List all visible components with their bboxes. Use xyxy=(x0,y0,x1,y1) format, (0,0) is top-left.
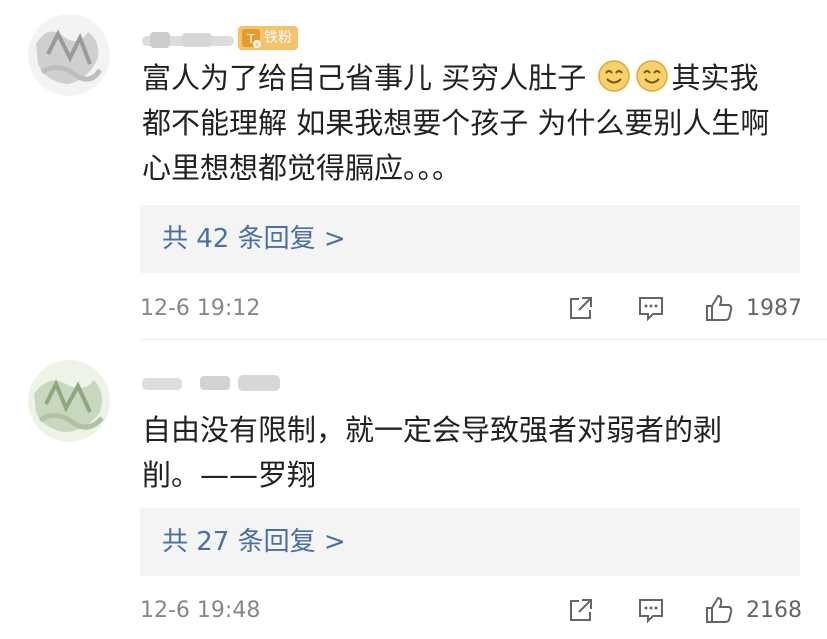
comment-text: 富人为了给自己省事儿 买穷人肚子 其实我 都不能理解 如果我想要个孩子 为什么要… xyxy=(142,56,822,191)
like-count: 2168 xyxy=(746,598,802,623)
comment-text-line: 心里想想都觉得膈应。。。 xyxy=(142,151,462,185)
comment-timestamp: 12-6 19:12 xyxy=(140,296,261,321)
badge-label: 铁粉 xyxy=(264,30,292,46)
comment-text: 自由没有限制，就一定会导致强者对弱者的剥 削。——罗翔 xyxy=(142,408,822,498)
svg-text:6: 6 xyxy=(255,42,259,49)
thumbs-up-icon[interactable] xyxy=(703,594,735,626)
avatar[interactable] xyxy=(28,14,110,96)
smiley-face-emoji xyxy=(635,59,669,93)
comment-timestamp: 12-6 19:48 xyxy=(140,598,261,623)
replies-label: 共 27 条回复 > xyxy=(162,527,346,557)
comment-text-line: 自由没有限制，就一定会导致强者对弱者的剥 xyxy=(142,413,723,447)
view-replies-button[interactable]: 共 27 条回复 > xyxy=(140,508,800,576)
thumbs-up-icon[interactable] xyxy=(703,292,735,324)
share-icon[interactable] xyxy=(566,595,596,625)
iron-fan-badge-icon: T 6 xyxy=(240,27,262,49)
like-count: 1987 xyxy=(746,296,802,321)
comment-item: T 6 铁粉 富人为了给自己省事儿 买穷人肚子 其实我 都不能理解 如果我想要个… xyxy=(0,0,827,340)
comment-text-line: 削。——罗翔 xyxy=(142,458,317,492)
comment-text-line: 其实我 xyxy=(671,61,759,95)
comment-text-line: 都不能理解 如果我想要个孩子 为什么要别人生啊 xyxy=(142,106,770,140)
view-replies-button[interactable]: 共 42 条回复 > xyxy=(140,205,800,273)
share-icon[interactable] xyxy=(566,293,596,323)
comment-icon[interactable] xyxy=(636,595,666,625)
comment-item: 自由没有限制，就一定会导致强者对弱者的剥 削。——罗翔 共 27 条回复 > 1… xyxy=(0,340,827,639)
username-blurred[interactable] xyxy=(142,30,234,52)
comment-icon[interactable] xyxy=(636,293,666,323)
smiley-face-emoji xyxy=(597,59,631,93)
avatar[interactable] xyxy=(28,360,110,442)
fan-badge: T 6 铁粉 xyxy=(238,26,298,50)
username-blurred[interactable] xyxy=(142,372,282,394)
replies-label: 共 42 条回复 > xyxy=(162,224,346,254)
comment-text-line: 富人为了给自己省事儿 买穷人肚子 xyxy=(142,61,587,95)
